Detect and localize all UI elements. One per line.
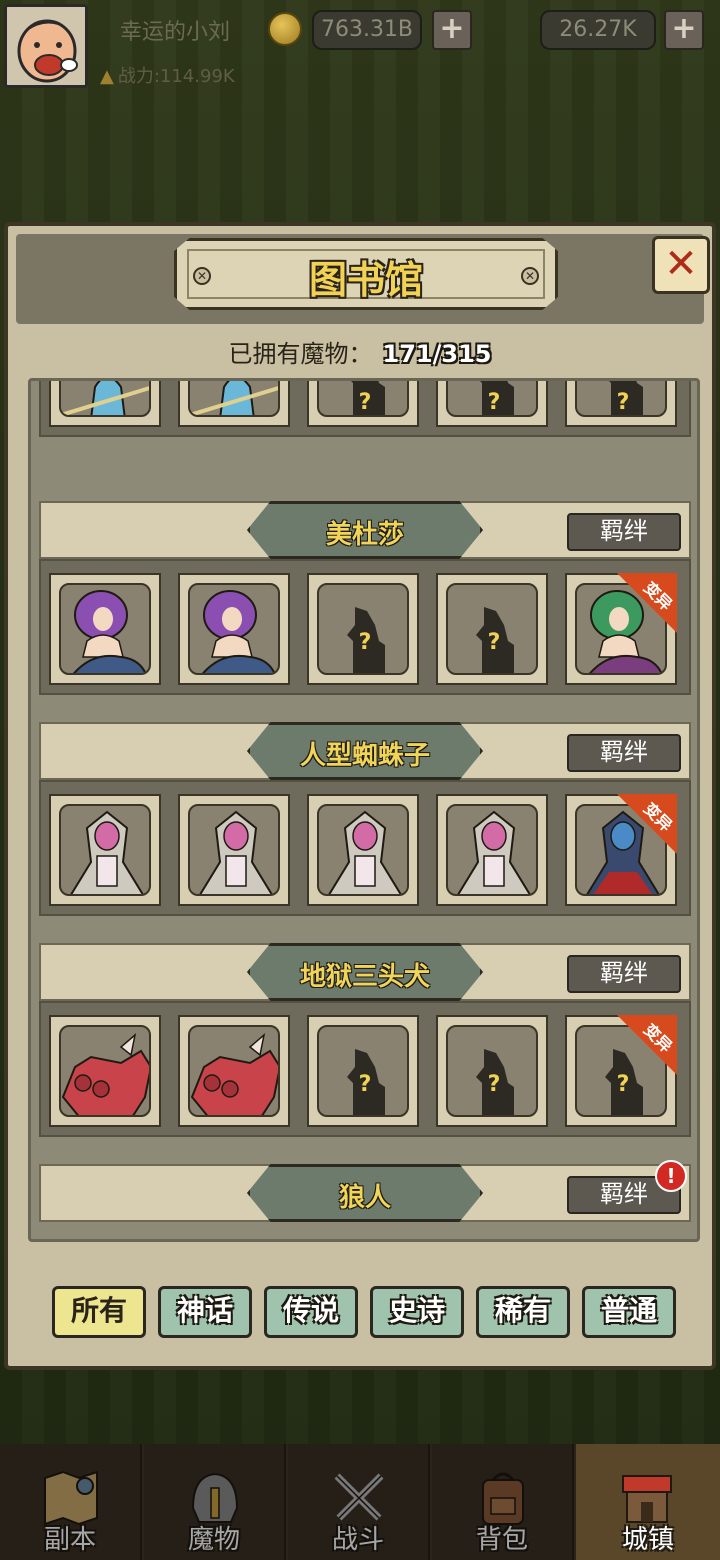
monster-card[interactable]: [307, 794, 419, 906]
owned-summary: 已拥有魔物： 171/315: [8, 334, 712, 369]
rarity-filter-tabs: 所有 神话 传说 史诗 稀有 普通: [52, 1286, 682, 1338]
bond-button[interactable]: 羁绊: [567, 513, 681, 551]
page-title: 图书馆: [308, 258, 423, 302]
svg-text:?: ?: [488, 390, 501, 415]
group-name: 狼人: [338, 1183, 391, 1213]
locked-silhouette-icon: ?: [480, 381, 514, 415]
monster-card-locked-mutant[interactable]: ? 变异: [565, 1015, 677, 1127]
svg-text:?: ?: [359, 630, 372, 655]
gold-coin-icon: [268, 12, 302, 46]
alert-badge: !: [655, 1160, 687, 1192]
spider-girl-icon: [457, 810, 531, 894]
nav-battle[interactable]: 战斗: [288, 1444, 430, 1560]
nav-monsters[interactable]: 魔物: [144, 1444, 286, 1560]
spider-girl-icon: [328, 810, 402, 894]
spider-girl-icon: [199, 810, 273, 894]
cerberus-icon: [190, 1033, 278, 1115]
group-name: 地狱三头犬: [299, 962, 430, 992]
spider-girl-icon: [70, 810, 144, 894]
gold-amount: 763.31B: [312, 10, 422, 50]
top-bar: 幸运的小刘 ▲ 战力:114.99K 763.31B + 26.27K +: [0, 0, 720, 92]
monster-card-locked[interactable]: ?: [565, 381, 677, 427]
player-name: 幸运的小刘: [120, 20, 231, 45]
group-name: 人型蜘蛛子: [299, 741, 430, 771]
group-name: 美杜莎: [325, 520, 404, 550]
monster-list[interactable]: ? ? ? 美杜莎 羁绊 ? ? 变异 人型蜘蛛子 羁绊 变异 地狱三头犬 羁绊…: [28, 378, 700, 1242]
cerberus-icon: [61, 1033, 149, 1115]
svg-text:?: ?: [488, 630, 501, 655]
combat-power-value: 战力:114.99K: [117, 66, 235, 87]
library-panel: ✕ ✕ 图书馆 ✕ 已拥有魔物： 171/315 ? ? ? 美杜莎 羁绊 ? …: [4, 222, 716, 1370]
locked-silhouette-icon: ?: [476, 607, 514, 673]
locked-silhouette-icon: ?: [609, 381, 643, 415]
tab-epic[interactable]: 史诗: [370, 1286, 464, 1338]
svg-text:?: ?: [488, 1072, 501, 1097]
group-title-plate: 地狱三头犬: [247, 943, 483, 1001]
monster-card-locked[interactable]: ?: [436, 381, 548, 427]
mutant-tag: 变异: [617, 794, 677, 854]
monster-card-mutant[interactable]: 变异: [565, 794, 677, 906]
monster-card[interactable]: [49, 1015, 161, 1127]
tab-legendary[interactable]: 传说: [264, 1286, 358, 1338]
mutant-tag: 变异: [617, 1015, 677, 1075]
tab-all[interactable]: 所有: [52, 1286, 146, 1338]
monster-card[interactable]: [49, 573, 161, 685]
gem-amount: 26.27K: [540, 10, 656, 50]
locked-silhouette-icon: ?: [351, 381, 385, 415]
bottom-nav: 副本 魔物 战斗 背包 城镇: [0, 1444, 720, 1560]
svg-text:?: ?: [617, 1072, 630, 1097]
tab-mythic[interactable]: 神话: [158, 1286, 252, 1338]
nav-backpack[interactable]: 背包: [432, 1444, 574, 1560]
monster-card-locked[interactable]: ?: [307, 1015, 419, 1127]
monster-card-mutant[interactable]: 变异: [565, 573, 677, 685]
monster-card-locked[interactable]: ?: [307, 381, 419, 427]
monster-card[interactable]: [178, 794, 290, 906]
add-gems-button[interactable]: +: [664, 10, 704, 50]
monster-card-locked[interactable]: ?: [307, 573, 419, 685]
add-gold-button[interactable]: +: [432, 10, 472, 50]
monster-card-locked[interactable]: ?: [436, 573, 548, 685]
locked-silhouette-icon: ?: [347, 607, 385, 673]
monster-card[interactable]: [436, 794, 548, 906]
tab-common[interactable]: 普通: [582, 1286, 676, 1338]
group-title-plate: 人型蜘蛛子: [247, 722, 483, 780]
owned-label: 已拥有魔物：: [228, 340, 373, 368]
title-plate: ✕ ✕ 图书馆: [174, 238, 558, 310]
monster-card[interactable]: [178, 1015, 290, 1127]
bond-button[interactable]: 羁绊: [567, 734, 681, 772]
medusa-icon: [202, 590, 276, 673]
group-title-plate: 美杜莎: [247, 501, 483, 559]
mutant-tag: 变异: [617, 573, 677, 633]
monster-card[interactable]: [49, 794, 161, 906]
tab-rare[interactable]: 稀有: [476, 1286, 570, 1338]
svg-text:?: ?: [359, 1072, 372, 1097]
monster-card[interactable]: [178, 381, 290, 427]
nav-town[interactable]: 城镇: [576, 1444, 720, 1560]
power-icon: ▲: [100, 66, 114, 87]
svg-text:?: ?: [617, 390, 630, 415]
medusa-icon: [73, 590, 147, 673]
owned-count: 171/315: [382, 340, 492, 368]
monster-card[interactable]: [178, 573, 290, 685]
lizard-warrior-icon: [190, 381, 278, 415]
locked-silhouette-icon: ?: [347, 1049, 385, 1115]
nav-dungeon[interactable]: 副本: [0, 1444, 142, 1560]
svg-text:?: ?: [359, 390, 372, 415]
locked-silhouette-icon: ?: [476, 1049, 514, 1115]
monster-card-locked[interactable]: ?: [436, 1015, 548, 1127]
monster-card[interactable]: [49, 381, 161, 427]
nav-label: 城镇: [621, 1525, 674, 1555]
combat-power: ▲ 战力:114.99K: [100, 62, 235, 88]
bond-button[interactable]: 羁绊: [567, 955, 681, 993]
avatar[interactable]: [4, 4, 88, 88]
group-title-plate: 狼人: [247, 1164, 483, 1222]
lizard-warrior-icon: [61, 381, 149, 415]
close-button[interactable]: ✕: [652, 236, 710, 294]
